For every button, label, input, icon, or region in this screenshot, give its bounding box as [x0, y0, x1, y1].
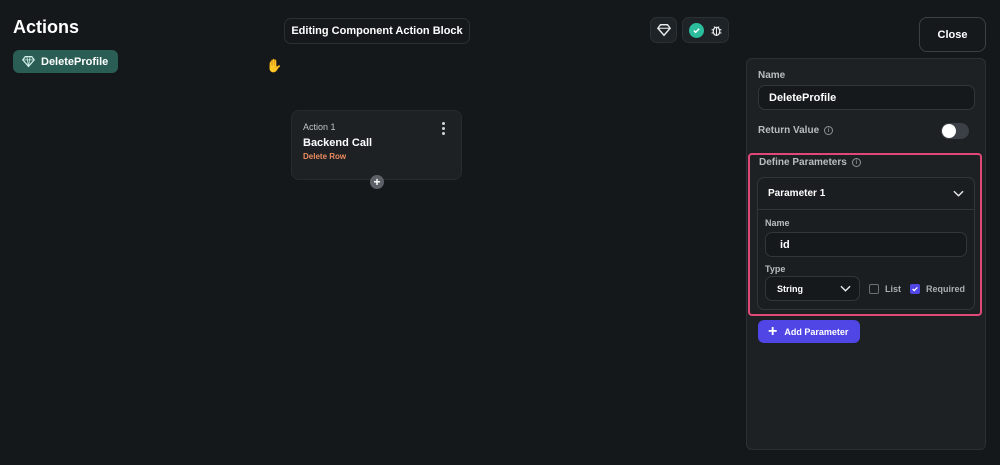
define-parameters-label: Define Parameters i — [759, 157, 861, 168]
editing-label: Editing Component Action Block — [284, 18, 470, 44]
close-button[interactable]: Close — [919, 17, 986, 52]
parameter-card: Parameter 1 Name id Type String List Req… — [757, 177, 975, 310]
gem-icon — [22, 55, 35, 68]
param-name-label: Name — [765, 218, 790, 228]
action-title: Backend Call — [303, 137, 373, 149]
chevron-down-icon — [953, 190, 964, 197]
return-value-label: Return Value i — [758, 125, 834, 136]
name-label: Name — [758, 70, 786, 81]
required-checkbox[interactable] — [910, 284, 920, 294]
define-parameters-text: Define Parameters — [759, 157, 847, 168]
add-action-button[interactable]: + — [370, 175, 384, 189]
return-value-toggle[interactable] — [941, 123, 969, 139]
param-type-select[interactable]: String — [765, 276, 860, 301]
parameter-title: Parameter 1 — [768, 188, 826, 199]
param-name-input[interactable]: id — [765, 232, 967, 257]
parameter-header[interactable]: Parameter 1 — [758, 178, 974, 210]
info-icon: i — [824, 126, 834, 135]
hand-cursor-icon: ✋ — [266, 58, 283, 73]
add-parameter-label: Add Parameter — [784, 326, 849, 337]
action-name-input[interactable]: DeleteProfile — [758, 85, 975, 110]
param-type-value: String — [777, 283, 803, 294]
add-parameter-button[interactable]: + Add Parameter — [758, 320, 860, 343]
properties-panel: Name DeleteProfile Return Value i Define… — [746, 58, 986, 450]
bug-icon — [711, 25, 721, 36]
plus-icon: + — [768, 322, 778, 340]
check-icon — [912, 286, 918, 292]
gem-button[interactable] — [650, 17, 677, 43]
check-circle-icon — [688, 22, 704, 38]
action-step-label: Action 1 — [303, 122, 336, 132]
chevron-down-icon — [840, 285, 851, 292]
required-label: Required — [926, 284, 966, 294]
page-title: Actions — [13, 17, 80, 37]
info-icon: i — [851, 158, 861, 167]
action-card[interactable]: Action 1 Backend Call Delete Row — [291, 110, 462, 180]
more-options-icon[interactable] — [442, 122, 446, 137]
param-type-label: Type — [765, 264, 786, 274]
list-checkbox[interactable] — [869, 284, 879, 294]
return-value-text: Return Value — [758, 125, 820, 136]
gem-icon — [656, 24, 671, 37]
action-subtitle: Delete Row — [303, 152, 347, 161]
list-label: List — [885, 284, 902, 294]
define-parameters-section: Define Parameters i Parameter 1 Name id … — [748, 153, 982, 316]
action-chip-deleteprofile[interactable]: DeleteProfile — [13, 50, 119, 73]
debug-status-button[interactable] — [682, 17, 729, 43]
action-chip-label: DeleteProfile — [41, 55, 109, 68]
